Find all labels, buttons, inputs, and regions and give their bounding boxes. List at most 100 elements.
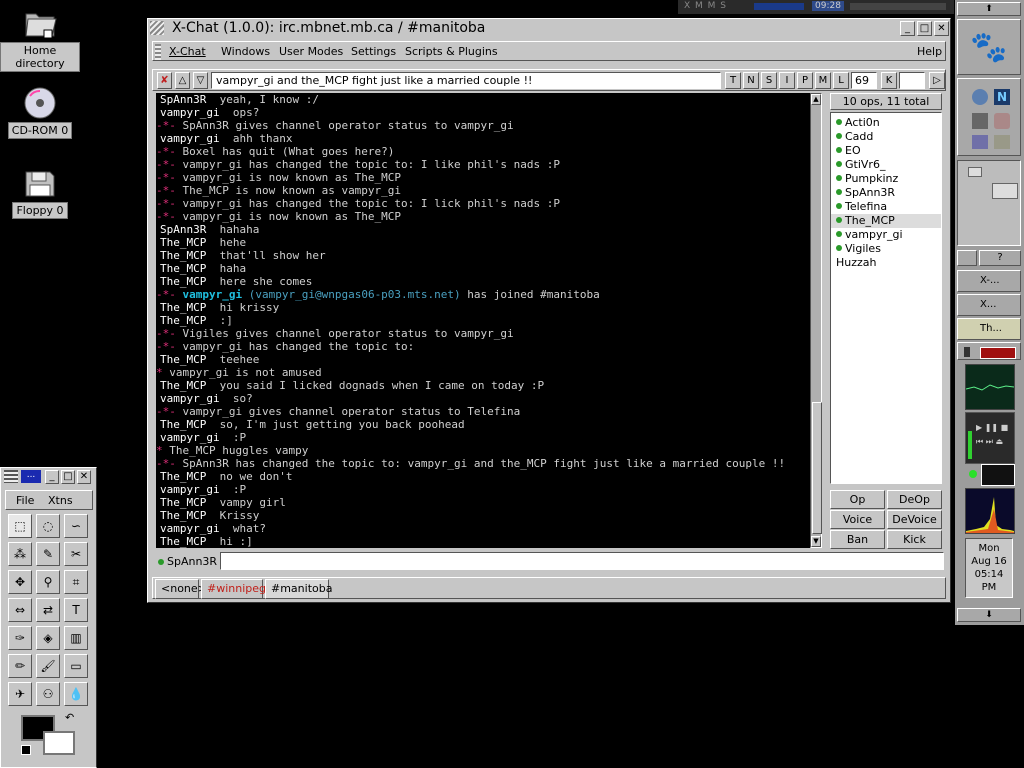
lasso-icon[interactable]: ∽ [64, 514, 88, 538]
move-icon[interactable]: ✥ [8, 570, 32, 594]
chat-nick[interactable]: The_MCP [160, 236, 206, 249]
mode-k-button[interactable]: K [881, 72, 897, 89]
paintbrush-icon[interactable]: 🖌 [36, 654, 60, 678]
scroll-down-icon[interactable]: ▽ [193, 72, 208, 89]
maximize-button[interactable]: □ [917, 21, 932, 36]
swap-colors-icon[interactable]: ↶ [65, 711, 74, 724]
chat-nick[interactable]: The_MCP [160, 379, 206, 392]
chat-nick[interactable]: vampyr_gi [160, 392, 220, 405]
title-bar[interactable]: X-Chat (1.0.0): irc.mbnet.mb.ca / #manit… [148, 19, 950, 39]
ban-button[interactable]: Ban [830, 530, 885, 549]
close-button[interactable]: ✕ [934, 21, 949, 36]
mode-l-button[interactable]: L [833, 72, 849, 89]
color-picker-icon[interactable]: ✑ [8, 626, 32, 650]
netscape-icon[interactable]: N [994, 89, 1010, 105]
topic-input[interactable]: vampyr_gi and the_MCP fight just like a … [211, 72, 721, 89]
chat-nick[interactable]: The_MCP [160, 353, 206, 366]
background-color[interactable] [43, 731, 75, 755]
app-launcher-grid[interactable]: N [957, 78, 1021, 156]
rect-select-icon[interactable]: ⬚ [8, 514, 32, 538]
xmms-seek-bar[interactable] [850, 3, 946, 10]
voice-button[interactable]: Voice [830, 510, 885, 529]
airbrush-icon[interactable]: ✈ [8, 682, 32, 706]
transform-icon[interactable]: ⇔ [8, 598, 32, 622]
toolbox-title-bar[interactable]: ... _ □ ✕ [1, 468, 96, 486]
taskbar-x[interactable]: X... [957, 294, 1021, 316]
chat-nick[interactable]: The_MCP [160, 314, 206, 327]
channel-tab[interactable]: #winnipeg [201, 579, 266, 599]
mode-t-button[interactable]: T [725, 72, 741, 89]
pager[interactable] [957, 160, 1021, 246]
flip-icon[interactable]: ⇄ [36, 598, 60, 622]
menu-xchat[interactable]: X-Chat [169, 45, 206, 58]
menu-windows[interactable]: Windows [221, 45, 270, 58]
chat-nick[interactable]: The_MCP [160, 470, 206, 483]
chat-nick[interactable]: The_MCP [160, 509, 206, 522]
chat-nick[interactable]: The_MCP [160, 275, 206, 288]
user-list-item[interactable]: Vigiles [831, 242, 941, 256]
gnome-foot-icon[interactable]: 🐾 [957, 19, 1021, 75]
chat-text-area[interactable]: SpAnn3R yeah, I know :/vampyr_gi ops? -*-… [156, 93, 810, 548]
close-button[interactable]: ✕ [77, 470, 91, 484]
cd-player-widget[interactable]: ▶ ❚❚ ■ ⏮ ⏭ ⏏ [965, 412, 1015, 464]
user-list-item[interactable]: Telefina [831, 200, 941, 214]
pager-window[interactable] [968, 167, 982, 177]
clone-icon[interactable]: ⚇ [36, 682, 60, 706]
pencil-icon[interactable]: ✏ [8, 654, 32, 678]
menu-file[interactable]: File [16, 494, 34, 507]
scroll-up-icon[interactable]: △ [175, 72, 190, 89]
scrollbar-thumb[interactable] [812, 402, 822, 534]
volume-control[interactable] [957, 342, 1021, 360]
text-icon[interactable]: T [64, 598, 88, 622]
mode-i-button[interactable]: I [779, 72, 795, 89]
user-list-item[interactable]: Huzzah [831, 256, 941, 270]
menu-user-modes[interactable]: User Modes [279, 45, 343, 58]
key-field[interactable] [899, 72, 925, 89]
dock-scroll-up-icon[interactable]: ⬆ [957, 2, 1021, 16]
kick-button[interactable]: Kick [887, 530, 942, 549]
magnify-icon[interactable]: ⚲ [36, 570, 60, 594]
xmms-strip[interactable]: X M M S 09:28 [678, 0, 954, 14]
user-list-item[interactable]: The_MCP [831, 214, 941, 228]
mode-n-button[interactable]: N [743, 72, 759, 89]
chat-nick[interactable]: The_MCP [160, 249, 206, 262]
chat-nick[interactable]: SpAnn3R [160, 223, 206, 236]
chat-nick[interactable]: The_MCP [160, 262, 206, 275]
scissors-icon[interactable]: ✂ [64, 542, 88, 566]
minimize-button[interactable]: _ [45, 470, 59, 484]
mode-m-button[interactable]: M [815, 72, 831, 89]
devoice-button[interactable]: DeVoice [887, 510, 942, 529]
menubar-handle[interactable] [155, 44, 161, 60]
chat-nick[interactable]: The_MCP [160, 496, 206, 509]
chat-nick[interactable]: vampyr_gi [160, 522, 220, 535]
channel-tab[interactable]: #manitoba [265, 579, 332, 599]
maximize-button[interactable]: □ [61, 470, 75, 484]
mode-p-button[interactable]: P [797, 72, 813, 89]
minimize-button[interactable]: _ [900, 21, 915, 36]
window-menu-icon[interactable] [4, 470, 18, 483]
channel-tab[interactable]: <none> [155, 579, 207, 599]
menu-settings[interactable]: Settings [351, 45, 396, 58]
dock-settings-icon[interactable] [957, 250, 977, 266]
ellipse-select-icon[interactable]: ◌ [36, 514, 60, 538]
chat-nick[interactable]: vampyr_gi [160, 431, 220, 444]
chat-nick[interactable]: The_MCP [160, 301, 206, 314]
magic-wand-icon[interactable]: ⁂ [8, 542, 32, 566]
eraser-icon[interactable]: ▭ [64, 654, 88, 678]
scroll-up-arrow-icon[interactable]: ▲ [811, 94, 821, 105]
menu-xtns[interactable]: Xtns [48, 494, 73, 507]
color-swatches[interactable]: ↶ [9, 711, 89, 763]
user-list-item[interactable]: Cadd [831, 130, 941, 144]
user-list-item[interactable]: SpAnn3R [831, 186, 941, 200]
monitor-icon[interactable] [972, 135, 988, 149]
scroll-down-arrow-icon[interactable]: ▼ [811, 536, 821, 547]
chat-nick[interactable]: vampyr_gi [160, 483, 220, 496]
user-list-item[interactable]: Pumpkinz [831, 172, 941, 186]
chat-nick[interactable]: vampyr_gi [160, 106, 220, 119]
chat-nick[interactable]: SpAnn3R [160, 93, 206, 106]
taskbar-th[interactable]: Th... [957, 318, 1021, 340]
user-list-item[interactable]: GtiVr6_ [831, 158, 941, 172]
bucket-fill-icon[interactable]: ◈ [36, 626, 60, 650]
cd-controls-icon[interactable]: ▶ ❚❚ ■ ⏮ ⏭ ⏏ [976, 421, 1010, 451]
pager-window[interactable] [992, 183, 1018, 199]
